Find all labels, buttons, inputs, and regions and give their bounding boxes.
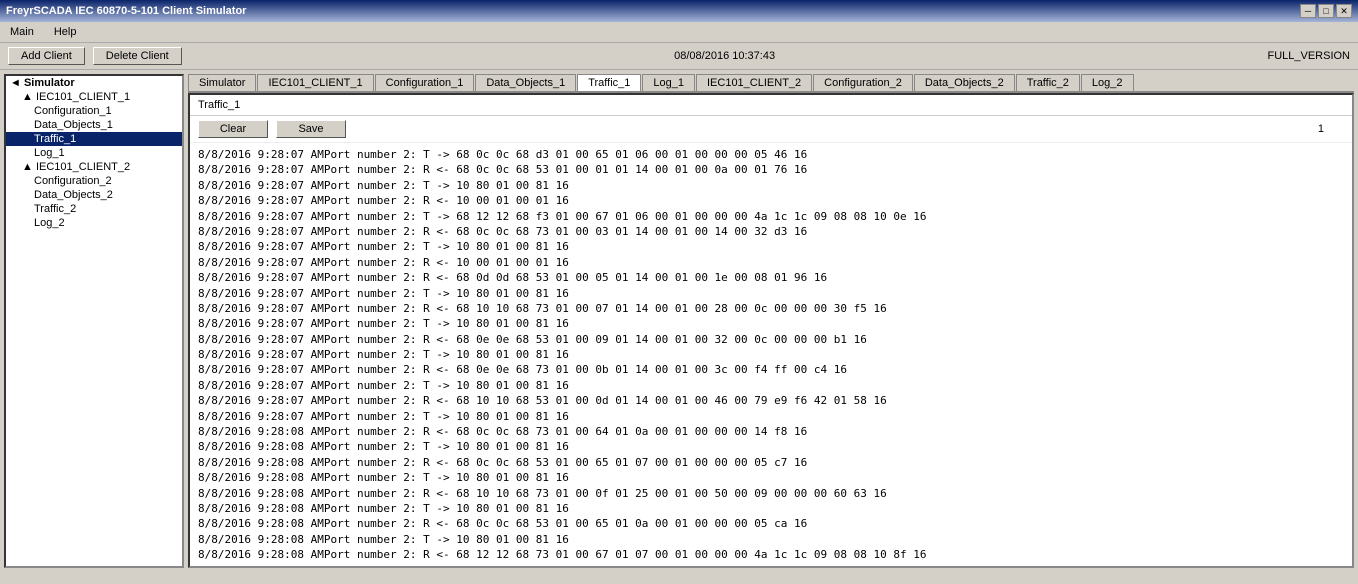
delete-client-button[interactable]: Delete Client <box>93 47 182 65</box>
app-title: FreyrSCADA IEC 60870-5-101 Client Simula… <box>6 5 246 17</box>
toolbar: Add Client Delete Client 08/08/2016 10:3… <box>0 43 1358 70</box>
log-line: 8/8/2016 9:28:07 AMPort number 2: T -> 6… <box>198 209 1344 224</box>
log-line: 8/8/2016 9:28:07 AMPort number 2: R <- 6… <box>198 393 1344 408</box>
sidebar-tree: ◄ Simulator ▲ IEC101_CLIENT_1 Configurat… <box>4 74 184 568</box>
tab-log2[interactable]: Log_2 <box>1081 74 1134 91</box>
log-line: 8/8/2016 9:28:08 AMPort number 2: T -> 1… <box>198 501 1344 516</box>
sidebar-item-config2[interactable]: Configuration_2 <box>6 174 182 188</box>
clear-button[interactable]: Clear <box>198 120 268 138</box>
main-layout: ◄ Simulator ▲ IEC101_CLIENT_1 Configurat… <box>0 70 1358 572</box>
sidebar-item-dataobj2[interactable]: Data_Objects_2 <box>6 188 182 202</box>
tab-bar: SimulatorIEC101_CLIENT_1Configuration_1D… <box>188 74 1354 93</box>
close-button[interactable]: ✕ <box>1336 4 1352 18</box>
log-line: 8/8/2016 9:28:08 AMPort number 2: R <- 6… <box>198 455 1344 470</box>
maximize-button[interactable]: □ <box>1318 4 1334 18</box>
sidebar-item-simulator[interactable]: ◄ Simulator <box>6 76 182 90</box>
log-line: 8/8/2016 9:28:08 AMPort number 2: R <- 6… <box>198 486 1344 501</box>
log-line: 8/8/2016 9:28:07 AMPort number 2: R <- 6… <box>198 224 1344 239</box>
log-line: 8/8/2016 9:28:08 AMPort number 2: T -> 1… <box>198 439 1344 454</box>
minimize-button[interactable]: ─ <box>1300 4 1316 18</box>
tab-traffic2[interactable]: Traffic_2 <box>1016 74 1080 91</box>
sidebar-item-log2[interactable]: Log_2 <box>6 216 182 230</box>
log-line: 8/8/2016 9:28:08 AMPort number 2: R <- 6… <box>198 424 1344 439</box>
log-line: 8/8/2016 9:28:08 AMPort number 2: T -> 1… <box>198 470 1344 485</box>
title-bar: FreyrSCADA IEC 60870-5-101 Client Simula… <box>0 0 1358 22</box>
log-line: 8/8/2016 9:28:07 AMPort number 2: T -> 6… <box>198 147 1344 162</box>
tab-config1[interactable]: Configuration_1 <box>375 74 475 91</box>
window-controls: ─ □ ✕ <box>1300 4 1352 18</box>
tab-dataobj1[interactable]: Data_Objects_1 <box>475 74 576 91</box>
traffic-counter: 1 <box>1318 123 1344 135</box>
log-line: 8/8/2016 9:28:07 AMPort number 2: R <- 6… <box>198 162 1344 177</box>
save-button[interactable]: Save <box>276 120 346 138</box>
log-line: 8/8/2016 9:28:08 AMPort number 2: R <- 6… <box>198 547 1344 562</box>
menu-help[interactable]: Help <box>48 24 83 40</box>
sidebar-item-client2[interactable]: ▲ IEC101_CLIENT_2 <box>6 160 182 174</box>
sidebar-item-config1[interactable]: Configuration_1 <box>6 104 182 118</box>
tab-simulator[interactable]: Simulator <box>188 74 256 91</box>
sidebar-item-dataobj1[interactable]: Data_Objects_1 <box>6 118 182 132</box>
tab-content: Traffic_1 Clear Save 1 8/8/2016 9:28:07 … <box>188 93 1354 568</box>
tab-client2[interactable]: IEC101_CLIENT_2 <box>696 74 812 91</box>
log-line: 8/8/2016 9:28:07 AMPort number 2: T -> 1… <box>198 286 1344 301</box>
log-line: 8/8/2016 9:28:07 AMPort number 2: R <- 1… <box>198 255 1344 270</box>
sidebar-item-client1[interactable]: ▲ IEC101_CLIENT_1 <box>6 90 182 104</box>
log-line: 8/8/2016 9:28:07 AMPort number 2: R <- 1… <box>198 193 1344 208</box>
version-label: FULL_VERSION <box>1267 50 1350 62</box>
tab-log1[interactable]: Log_1 <box>642 74 695 91</box>
log-line: 8/8/2016 9:28:08 AMPort number 2: R <- 6… <box>198 516 1344 531</box>
add-client-button[interactable]: Add Client <box>8 47 85 65</box>
log-line: 8/8/2016 9:28:07 AMPort number 2: T -> 1… <box>198 178 1344 193</box>
log-line: 8/8/2016 9:28:08 AMPort number 2: T -> 1… <box>198 563 1344 566</box>
sidebar-item-traffic1[interactable]: Traffic_1 <box>6 132 182 146</box>
tab-config2[interactable]: Configuration_2 <box>813 74 913 91</box>
log-line: 8/8/2016 9:28:07 AMPort number 2: R <- 6… <box>198 362 1344 377</box>
sidebar-item-log1[interactable]: Log_1 <box>6 146 182 160</box>
log-line: 8/8/2016 9:28:07 AMPort number 2: T -> 1… <box>198 316 1344 331</box>
log-line: 8/8/2016 9:28:07 AMPort number 2: T -> 1… <box>198 347 1344 362</box>
log-line: 8/8/2016 9:28:07 AMPort number 2: T -> 1… <box>198 409 1344 424</box>
tab-dataobj2[interactable]: Data_Objects_2 <box>914 74 1015 91</box>
panel-toolbar: Clear Save 1 <box>190 116 1352 143</box>
datetime-display: 08/08/2016 10:37:43 <box>190 50 1260 62</box>
tab-traffic1[interactable]: Traffic_1 <box>577 74 641 92</box>
log-line: 8/8/2016 9:28:07 AMPort number 2: R <- 6… <box>198 270 1344 285</box>
panel-title: Traffic_1 <box>190 95 1352 116</box>
sidebar-item-traffic2[interactable]: Traffic_2 <box>6 202 182 216</box>
log-line: 8/8/2016 9:28:07 AMPort number 2: T -> 1… <box>198 239 1344 254</box>
menu-bar: Main Help <box>0 22 1358 43</box>
content-area: SimulatorIEC101_CLIENT_1Configuration_1D… <box>188 74 1354 568</box>
log-line: 8/8/2016 9:28:07 AMPort number 2: R <- 6… <box>198 301 1344 316</box>
log-line: 8/8/2016 9:28:08 AMPort number 2: T -> 1… <box>198 532 1344 547</box>
log-line: 8/8/2016 9:28:07 AMPort number 2: T -> 1… <box>198 378 1344 393</box>
log-line: 8/8/2016 9:28:07 AMPort number 2: R <- 6… <box>198 332 1344 347</box>
log-area[interactable]: 8/8/2016 9:28:07 AMPort number 2: T -> 6… <box>190 143 1352 566</box>
menu-main[interactable]: Main <box>4 24 40 40</box>
tab-client1[interactable]: IEC101_CLIENT_1 <box>257 74 373 91</box>
